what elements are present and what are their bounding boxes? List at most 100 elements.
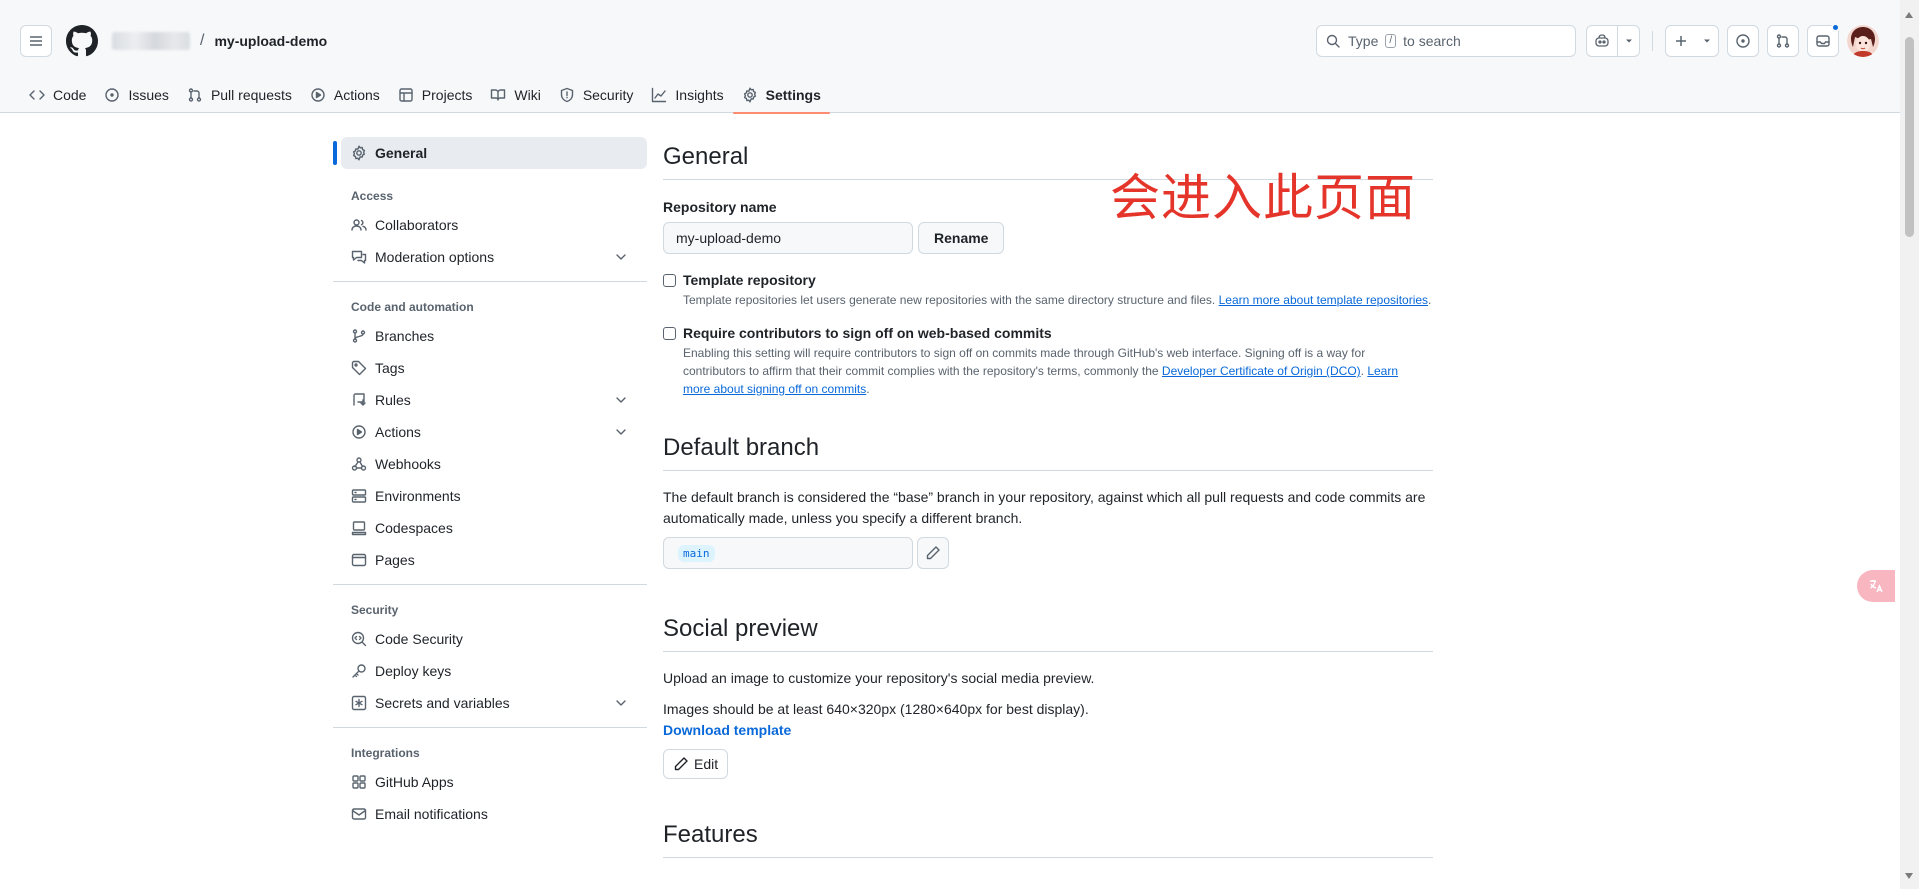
- social-preview-description: Upload an image to customize your reposi…: [663, 670, 1095, 686]
- sidebar-item-branches[interactable]: Branches: [333, 320, 647, 352]
- sidebar-item-label: Code Security: [375, 631, 463, 647]
- git-branch-icon: [351, 328, 367, 344]
- codespaces-icon: [351, 520, 367, 536]
- features-heading: Features: [663, 821, 1433, 858]
- repo-name-input[interactable]: my-upload-demo: [663, 222, 913, 254]
- tab-issues[interactable]: Issues: [95, 77, 177, 113]
- scroll-down-arrow[interactable]: [1905, 873, 1913, 879]
- tab-insights[interactable]: Insights: [642, 77, 732, 113]
- sidebar-item-github-apps[interactable]: GitHub Apps: [333, 766, 647, 798]
- chevron-down-icon: [613, 249, 629, 265]
- edit-social-preview-button[interactable]: Edit: [663, 749, 729, 779]
- inbox-button[interactable]: [1807, 23, 1840, 57]
- sidebar-item-label: Rules: [375, 392, 411, 408]
- edit-branch-button[interactable]: [917, 537, 949, 569]
- template-checkbox[interactable]: [663, 274, 676, 287]
- sidebar-item-tags[interactable]: Tags: [333, 352, 647, 384]
- issues-button[interactable]: [1727, 25, 1759, 57]
- sidebar-group-code: Code and automation: [351, 300, 474, 314]
- annotation-text: 会进入此页面: [1110, 169, 1416, 227]
- search-shortcut-key: /: [1385, 34, 1397, 48]
- tab-code[interactable]: Code: [20, 77, 95, 113]
- tab-pull-requests[interactable]: Pull requests: [178, 77, 301, 113]
- pencil-icon: [925, 545, 941, 561]
- dco-link[interactable]: Developer Certificate of Origin (DCO): [1162, 364, 1361, 378]
- github-logo-icon[interactable]: [66, 25, 98, 57]
- scroll-up-arrow[interactable]: [1905, 12, 1913, 18]
- issue-icon: [104, 87, 120, 103]
- sidebar-divider: [333, 281, 647, 282]
- tab-label: Security: [582, 87, 634, 103]
- sidebar-item-collaborators[interactable]: Collaborators: [333, 209, 647, 241]
- menu-button[interactable]: [20, 25, 52, 57]
- chevron-down-icon: [613, 695, 629, 711]
- tab-label: Settings: [765, 87, 821, 103]
- sidebar-item-label: Deploy keys: [375, 663, 452, 679]
- gear-icon: [742, 87, 758, 103]
- sidebar-item-code-security[interactable]: Code Security: [333, 623, 647, 655]
- default-branch-description: The default branch is considered the “ba…: [663, 489, 1426, 526]
- owner-name-redacted[interactable]: [112, 32, 190, 50]
- play-icon: [351, 424, 367, 440]
- key-icon: [351, 663, 367, 679]
- chevron-down-icon[interactable]: [1617, 26, 1639, 56]
- tab-actions[interactable]: Actions: [301, 77, 389, 113]
- sidebar-item-email-notifications[interactable]: Email notifications: [333, 798, 647, 830]
- tab-settings[interactable]: Settings: [732, 77, 831, 114]
- tag-icon: [351, 360, 367, 376]
- sidebar-item-label: Branches: [375, 328, 435, 344]
- signoff-label: Require contributors to sign off on web-…: [683, 325, 1052, 341]
- issue-icon: [1735, 33, 1751, 49]
- template-note: Template repositories let users generate…: [683, 293, 1432, 307]
- codescan-icon: [351, 631, 367, 647]
- play-icon: [310, 87, 326, 103]
- translate-icon[interactable]: [1857, 570, 1895, 602]
- sidebar-item-secrets[interactable]: Secrets and variables: [333, 687, 647, 719]
- chevron-down-icon: [613, 392, 629, 408]
- sidebar-item-label: Email notifications: [375, 806, 488, 822]
- sidebar-item-deploy-keys[interactable]: Deploy keys: [333, 655, 647, 687]
- tab-projects[interactable]: Projects: [389, 77, 482, 113]
- copilot-icon[interactable]: [1587, 26, 1617, 56]
- sidebar-item-environments[interactable]: Environments: [333, 480, 647, 512]
- hamburger-icon: [30, 36, 42, 46]
- sidebar-divider: [333, 584, 647, 585]
- tab-label: Actions: [333, 87, 380, 103]
- pull-requests-button[interactable]: [1767, 25, 1799, 57]
- search-input[interactable]: Type / to search: [1316, 25, 1576, 57]
- asterisk-icon: [351, 695, 367, 711]
- create-new-button[interactable]: [1665, 25, 1719, 57]
- tab-wiki[interactable]: Wiki: [481, 77, 549, 113]
- repo-name-link[interactable]: my-upload-demo: [214, 33, 327, 49]
- server-icon: [351, 488, 367, 504]
- template-learn-more-link[interactable]: Learn more about template repositories: [1219, 293, 1428, 307]
- sidebar-group-security: Security: [351, 603, 399, 617]
- sidebar-item-rules[interactable]: Rules: [333, 384, 647, 416]
- tab-security[interactable]: Security: [550, 77, 643, 113]
- sidebar-item-general[interactable]: General: [333, 137, 647, 169]
- sidebar-item-webhooks[interactable]: Webhooks: [333, 448, 647, 480]
- code-icon: [29, 87, 45, 103]
- sidebar-item-pages[interactable]: Pages: [333, 544, 647, 576]
- rename-button[interactable]: Rename: [918, 222, 1005, 254]
- tab-label: Projects: [421, 87, 473, 103]
- tab-label: Issues: [128, 87, 169, 103]
- branch-name-chip: main: [678, 544, 715, 562]
- sidebar-item-label: Moderation options: [375, 249, 495, 265]
- table-icon: [398, 87, 414, 103]
- avatar[interactable]: [1847, 25, 1879, 57]
- graph-icon: [651, 87, 667, 103]
- repo-push-icon: [351, 392, 367, 408]
- download-template-link[interactable]: Download template: [663, 720, 1433, 741]
- sidebar-item-actions[interactable]: Actions: [333, 416, 647, 448]
- template-setting: Template repository Template repositorie…: [663, 272, 1433, 309]
- chevron-down-icon: [613, 424, 629, 440]
- sidebar-item-moderation[interactable]: Moderation options: [333, 241, 647, 273]
- page-scrollbar[interactable]: [1900, 0, 1919, 889]
- shield-icon: [559, 87, 575, 103]
- scrollbar-thumb[interactable]: [1905, 37, 1914, 237]
- search-icon: [1325, 33, 1341, 49]
- sidebar-item-label: General: [375, 145, 428, 161]
- sidebar-item-codespaces[interactable]: Codespaces: [333, 512, 647, 544]
- signoff-checkbox[interactable]: [663, 327, 676, 340]
